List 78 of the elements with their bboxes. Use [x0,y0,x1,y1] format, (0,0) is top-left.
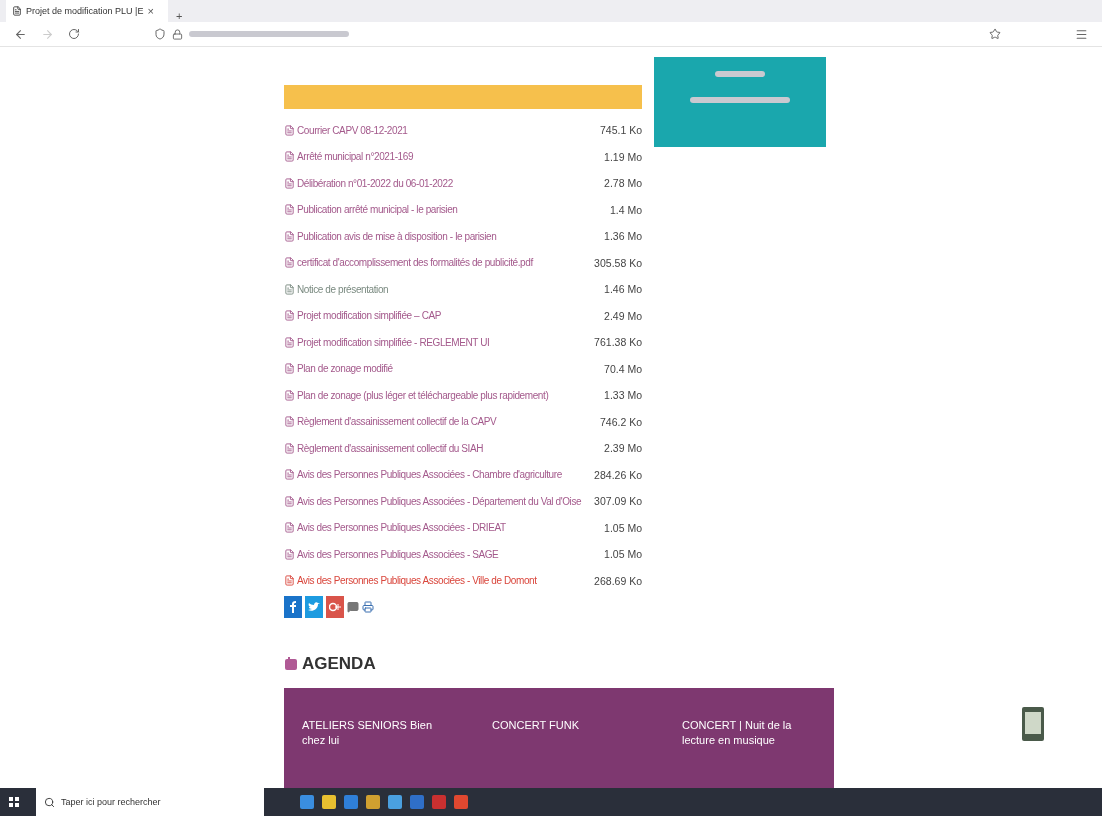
file-icon [284,442,295,454]
file-icon [284,177,295,189]
file-size: 2.49 Mo [604,309,642,322]
file-link[interactable]: Arrêté municipal n°2021-169 [297,151,414,163]
print-icon[interactable] [362,601,374,613]
file-link[interactable]: Règlement d'assainissement collectif de la CAPV [297,416,497,428]
file-link[interactable]: Projet modification simplifiée - REGLEMENT UI [297,336,490,348]
file-size: 307.09 Ko [594,495,642,508]
file-size: 745.1 Ko [599,124,642,137]
file-link[interactable]: Projet modification simplifiée – CAP [297,310,441,322]
file-icon [284,230,295,242]
file-size: 2.78 Mo [604,177,642,190]
file-size: 1.36 Mo [604,230,642,243]
file-icon [284,389,295,401]
file-icon [284,310,295,322]
event-title[interactable]: CONCERT | Nuit de la lecture en musique [682,718,822,788]
file-icon [284,363,295,375]
event-title[interactable]: CONCERT FUNK [492,718,632,788]
taskbar-search-field[interactable]: Taper ici pour rechercher [36,788,264,816]
file-icon [284,469,295,481]
file-size: 1.19 Mo [604,150,642,163]
section-title: AGENDA [302,654,376,674]
file-icon [284,416,295,428]
file-link[interactable]: Avis des Personnes Publiques Associées - Département du Val d'Oise [297,495,582,507]
file-size: 761.38 Ko [594,336,642,349]
file-icon [284,575,295,587]
file-icon [284,151,295,163]
file-size: 268.69 Ko [594,574,642,587]
file-link[interactable]: Délibération n°01-2022 du 06-01-2022 [297,177,453,189]
file-link[interactable]: Notice de présentation [297,283,389,295]
file-size: 1.05 Mo [604,521,642,534]
file-link[interactable]: Avis des Personnes Publiques Associées - Chambre d'agriculture [297,469,562,481]
file-link[interactable]: Publication arrêté municipal - le parisien [297,204,458,216]
file-icon [284,522,295,534]
facebook-icon[interactable] [284,596,302,618]
file-size: 1.46 Mo [604,283,642,296]
file-link[interactable]: Avis des Personnes Publiques Associées - DRIEAT [297,522,506,534]
file-link[interactable]: Avis des Personnes Publiques Associées - Ville de Domont [297,575,537,587]
file-icon [284,257,295,269]
file-size: 70.4 Mo [604,362,642,375]
page-icon [12,6,22,16]
phone-widget-icon[interactable] [1022,707,1044,741]
file-icon [284,204,295,216]
lock-icon [172,28,183,40]
file-size: 1.05 Mo [604,548,642,561]
bookmark-star-icon[interactable] [989,28,1001,40]
event-title[interactable]: ATELIERS SENIORS Bien chez lui [302,718,442,788]
menu-icon[interactable] [1075,27,1088,41]
file-icon [284,336,295,348]
file-size: 2.39 Mo [604,442,642,455]
google-plus-icon[interactable] [326,596,344,618]
file-icon [284,495,295,507]
file-size: 746.2 Ko [599,415,642,428]
close-tab-button[interactable]: × [147,5,154,17]
file-size: 1.33 Mo [604,389,642,402]
file-link[interactable]: Avis des Personnes Publiques Associées - SAGE [297,548,499,560]
file-icon [284,124,295,136]
browser-tab[interactable]: Projet de modification PLU |E × [6,0,168,22]
file-link[interactable]: Publication avis de mise à disposition - le parisien [297,230,497,242]
file-link[interactable]: Courrier CAPV 08-12-2021 [297,124,408,136]
new-tab-button[interactable]: + [176,10,183,22]
bird-icon[interactable] [305,596,323,618]
file-icon [284,548,295,560]
file-link[interactable]: Règlement d'assainissement collectif du SIAH [297,442,484,454]
file-size: 1.4 Mo [609,203,642,216]
search-icon [44,796,55,808]
shield-icon [154,28,166,40]
back-icon[interactable] [14,27,27,41]
file-size: 284.26 Ko [594,468,642,481]
forward-icon[interactable] [41,27,54,41]
file-size: 305.58 Ko [594,256,642,269]
comment-icon[interactable] [347,601,359,613]
calendar-icon [284,657,298,671]
file-link[interactable]: certificat d'accomplissement des formalités de publicité.pdf [297,257,533,269]
file-icon [284,283,295,295]
reload-icon[interactable] [68,28,80,40]
file-link[interactable]: Plan de zonage modifié [297,363,393,375]
file-link[interactable]: Plan de zonage (plus léger et téléchargeable plus rapidement) [297,389,549,401]
